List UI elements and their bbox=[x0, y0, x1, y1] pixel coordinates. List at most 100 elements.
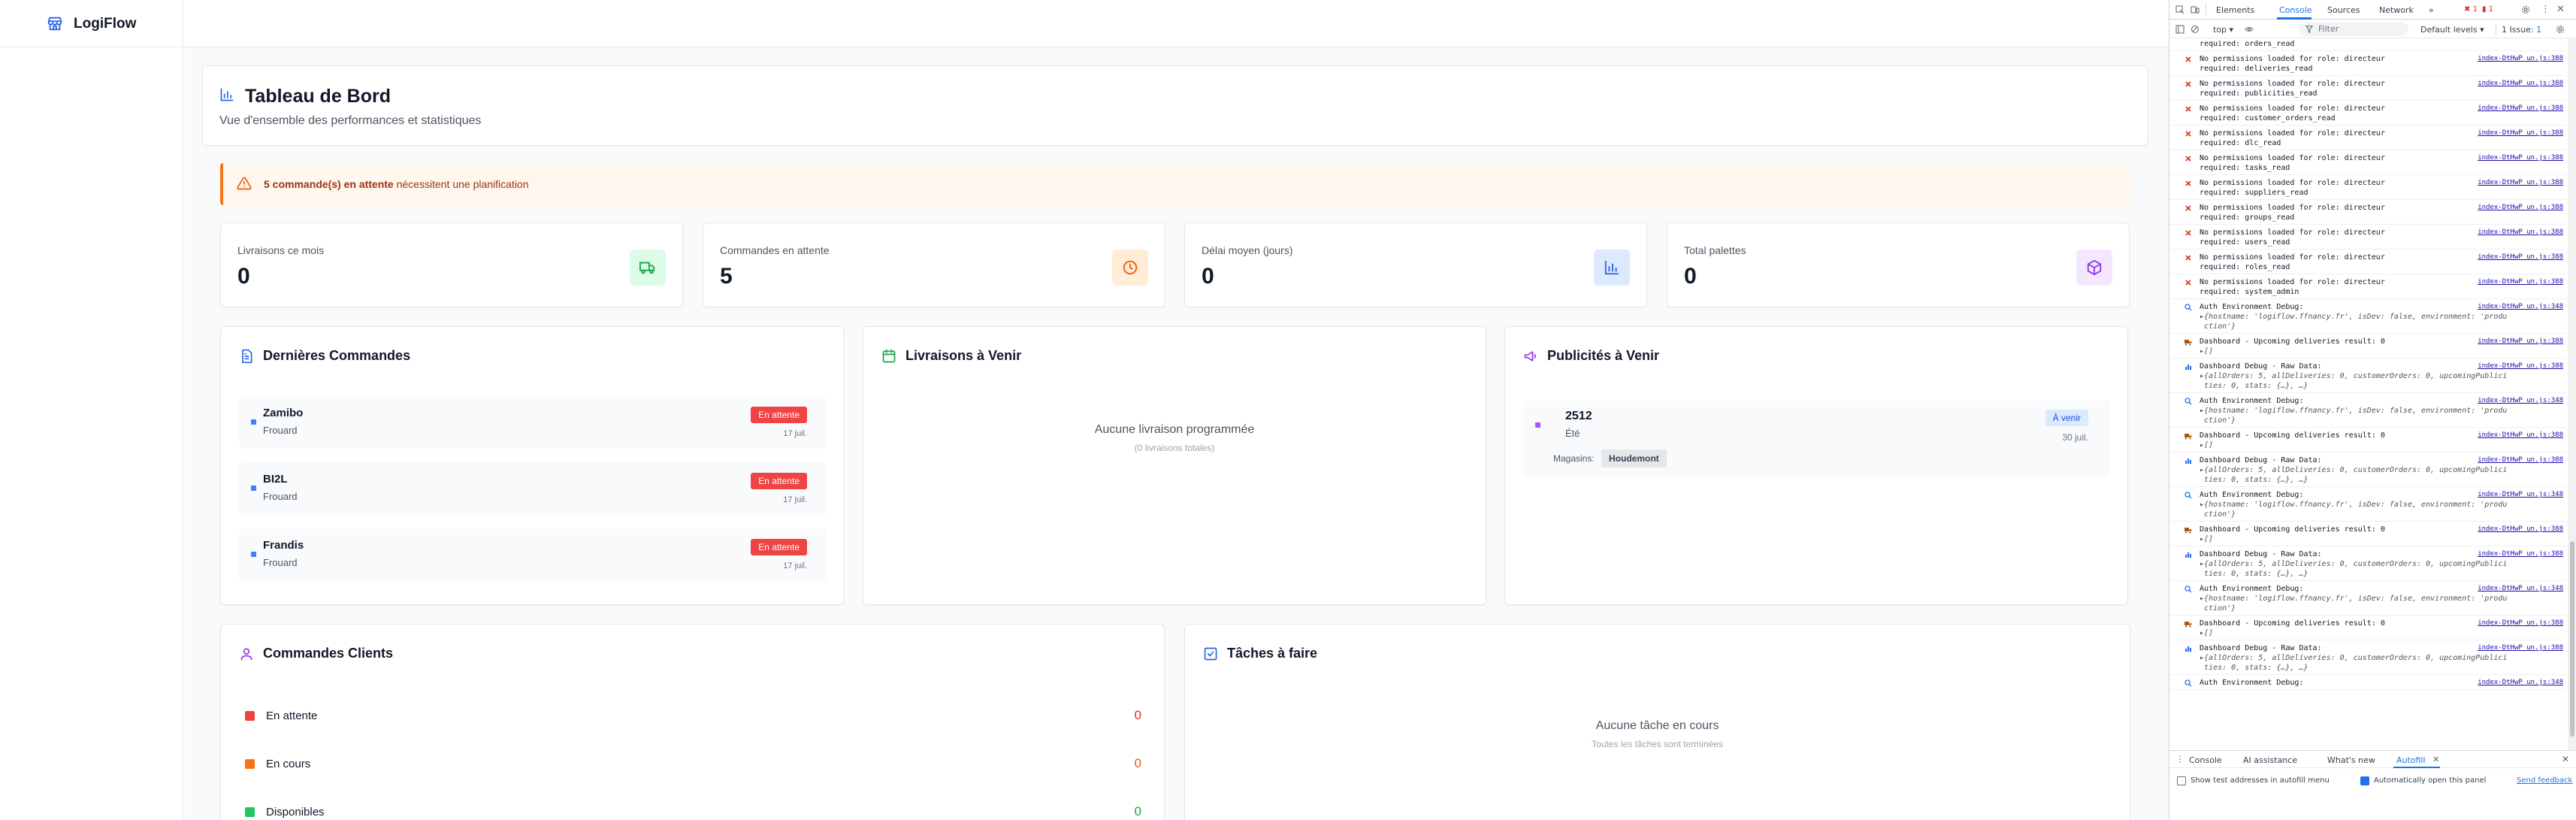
console-source-link[interactable]: index-DtHwP_un.js:388 bbox=[2478, 253, 2563, 262]
console-line: Dashboard - Upcoming deliveries result: … bbox=[2200, 525, 2385, 534]
close-tab-icon[interactable]: ✕ bbox=[2432, 755, 2439, 764]
inspect-icon[interactable] bbox=[2175, 5, 2184, 14]
panel-header: Tâches à faire bbox=[1203, 646, 1317, 661]
console-source-link[interactable]: index-DtHwP_un.js:388 bbox=[2478, 549, 2563, 559]
console-source-link[interactable]: index-DtHwP_un.js:388 bbox=[2478, 129, 2563, 138]
console-line: required: roles_read bbox=[2200, 263, 2290, 271]
drawer-menu-icon[interactable]: ⋮ bbox=[2175, 754, 2184, 764]
error-icon bbox=[2185, 255, 2191, 261]
console-message[interactable]: Dashboard Debug - Raw Data: ▸{allOrders: … bbox=[2169, 362, 2566, 393]
console-source-link[interactable]: index-DtHwP_un.js:388 bbox=[2478, 619, 2563, 628]
console-message[interactable]: required: orders_read bbox=[2169, 39, 2566, 51]
status-row-in-progress: En cours 0 bbox=[245, 755, 1141, 773]
panel-title: Publicités à Venir bbox=[1547, 348, 1660, 363]
scrollbar-thumb[interactable] bbox=[2570, 541, 2574, 737]
order-row[interactable]: Frandis Frouard En attente 17 juil. bbox=[239, 528, 827, 581]
console-message[interactable]: No permissions loaded for role: directeu… bbox=[2169, 253, 2566, 274]
brand[interactable]: LogiFlow bbox=[0, 0, 183, 47]
console-message[interactable]: No permissions loaded for role: directeu… bbox=[2169, 228, 2566, 250]
console-scrollbar[interactable] bbox=[2568, 39, 2576, 750]
order-row[interactable]: BI2L Frouard En attente 17 juil. bbox=[239, 462, 827, 515]
console-source-link[interactable]: index-DtHwP_un.js:388 bbox=[2478, 228, 2563, 238]
console-message[interactable]: Auth Environment Debug: index-DtHwP_un.js… bbox=[2169, 678, 2566, 690]
send-feedback-link[interactable]: Send feedback bbox=[2517, 776, 2572, 785]
console-source-link[interactable]: index-DtHwP_un.js:388 bbox=[2478, 431, 2563, 440]
console-source-link[interactable]: index-DtHwP_un.js:348 bbox=[2478, 490, 2563, 500]
console-message[interactable]: No permissions loaded for role: directeu… bbox=[2169, 79, 2566, 101]
console-message[interactable]: No permissions loaded for role: directeu… bbox=[2169, 277, 2566, 299]
console-line: Auth Environment Debug: bbox=[2200, 397, 2304, 405]
console-settings-icon[interactable] bbox=[2556, 25, 2565, 34]
clear-console-icon[interactable] bbox=[2191, 25, 2200, 34]
console-line: required: customer_orders_read bbox=[2200, 114, 2336, 123]
console-message[interactable]: Auth Environment Debug: ▸{hostname: 'logi… bbox=[2169, 302, 2566, 334]
console-source-link[interactable]: index-DtHwP_un.js:388 bbox=[2478, 277, 2563, 287]
drawer-tab-whats-new[interactable]: What's new bbox=[2327, 755, 2375, 765]
drawer-close-icon[interactable]: ✕ bbox=[2562, 754, 2569, 764]
console-source-link[interactable]: index-DtHwP_un.js:388 bbox=[2478, 455, 2563, 465]
console-source-link[interactable]: index-DtHwP_un.js:388 bbox=[2478, 337, 2563, 346]
console-message[interactable]: No permissions loaded for role: directeu… bbox=[2169, 203, 2566, 225]
console-message-text: required: orders_read bbox=[2200, 39, 2294, 49]
warning-counter[interactable]: ▮ 1 bbox=[2482, 5, 2493, 14]
console-filter-input[interactable]: Filter bbox=[2299, 23, 2408, 36]
console-line: No permissions loaded for role: directeu… bbox=[2200, 278, 2385, 286]
console-source-link[interactable]: index-DtHwP_un.js:388 bbox=[2478, 203, 2563, 213]
tab-sources[interactable]: Sources bbox=[2327, 5, 2360, 15]
tab-elements[interactable]: Elements bbox=[2216, 5, 2254, 15]
console-source-link[interactable]: index-DtHwP_un.js:388 bbox=[2478, 525, 2563, 534]
console-message[interactable]: No permissions loaded for role: directeu… bbox=[2169, 178, 2566, 200]
stat-value: 0 bbox=[1684, 264, 1697, 289]
console-source-link[interactable]: index-DtHwP_un.js:388 bbox=[2478, 178, 2563, 188]
console-message[interactable]: No permissions loaded for role: directeu… bbox=[2169, 104, 2566, 126]
tab-network[interactable]: Network bbox=[2379, 5, 2414, 15]
console-message[interactable]: No permissions loaded for role: directeu… bbox=[2169, 153, 2566, 175]
eye-icon[interactable] bbox=[2245, 25, 2254, 34]
console-source-link[interactable]: index-DtHwP_un.js:388 bbox=[2478, 362, 2563, 371]
console-source-link[interactable]: index-DtHwP_un.js:348 bbox=[2478, 584, 2563, 594]
device-toolbar-icon[interactable] bbox=[2191, 5, 2200, 14]
console-source-link[interactable]: index-DtHwP_un.js:348 bbox=[2478, 396, 2563, 406]
context-selector[interactable]: top ▾ bbox=[2213, 25, 2233, 35]
kebab-menu-icon[interactable]: ⋮ bbox=[2541, 4, 2550, 15]
console-message[interactable]: Dashboard Debug - Raw Data: ▸{allOrders: … bbox=[2169, 549, 2566, 581]
console-message[interactable]: Auth Environment Debug: ▸{hostname: 'logi… bbox=[2169, 584, 2566, 616]
drawer-tab-console[interactable]: Console bbox=[2189, 755, 2222, 765]
console-source-link[interactable]: index-DtHwP_un.js:348 bbox=[2478, 678, 2563, 688]
more-tabs-icon[interactable]: » bbox=[2429, 5, 2434, 15]
sidebar-toggle-icon[interactable] bbox=[2175, 25, 2184, 34]
console-message[interactable]: Dashboard - Upcoming deliveries result: … bbox=[2169, 337, 2566, 359]
order-row[interactable]: Zamibo Frouard En attente 17 juil. bbox=[239, 396, 827, 449]
console-message[interactable]: Auth Environment Debug: ▸{hostname: 'logi… bbox=[2169, 490, 2566, 522]
console-message[interactable]: Dashboard Debug - Raw Data: ▸{allOrders: … bbox=[2169, 455, 2566, 487]
console-source-link[interactable]: index-DtHwP_un.js:388 bbox=[2478, 54, 2563, 64]
console-message[interactable]: Dashboard - Upcoming deliveries result: … bbox=[2169, 619, 2566, 640]
show-test-addresses-checkbox[interactable] bbox=[2177, 776, 2186, 785]
drawer-tab-autofill[interactable]: Autofill bbox=[2396, 755, 2426, 765]
console-source-link[interactable]: index-DtHwP_un.js:388 bbox=[2478, 104, 2563, 113]
console-source-link[interactable]: index-DtHwP_un.js:388 bbox=[2478, 79, 2563, 89]
error-counter[interactable]: ✖ 1 bbox=[2464, 5, 2478, 14]
error-count: 1 bbox=[2472, 5, 2478, 14]
log-levels-dropdown[interactable]: Default levels ▾ bbox=[2420, 25, 2484, 35]
publicity-row[interactable]: 2512 Été À venir 30 juil. Magasins: Houd… bbox=[1523, 401, 2111, 477]
console-message[interactable]: Dashboard Debug - Raw Data: ▸{allOrders: … bbox=[2169, 643, 2566, 675]
console-message[interactable]: Dashboard - Upcoming deliveries result: … bbox=[2169, 431, 2566, 452]
tab-console[interactable]: Console bbox=[2279, 5, 2312, 15]
console-message[interactable]: No permissions loaded for role: directeu… bbox=[2169, 54, 2566, 76]
drawer-tab-ai-assistance[interactable]: AI assistance bbox=[2243, 755, 2297, 765]
console-message[interactable]: No permissions loaded for role: directeu… bbox=[2169, 129, 2566, 150]
settings-icon[interactable] bbox=[2521, 5, 2530, 14]
console-message-text: Dashboard - Upcoming deliveries result: … bbox=[2200, 619, 2385, 638]
console-source-link[interactable]: index-DtHwP_un.js:388 bbox=[2478, 643, 2563, 653]
close-icon[interactable]: ✕ bbox=[2556, 4, 2565, 15]
auto-open-checkbox[interactable] bbox=[2360, 776, 2369, 785]
console-message[interactable]: Auth Environment Debug: ▸{hostname: 'logi… bbox=[2169, 396, 2566, 428]
console-message-text: No permissions loaded for role: directeu… bbox=[2200, 277, 2385, 297]
console-line: ▸{allOrders: 5, allDeliveries: 0, custom… bbox=[2200, 560, 2508, 568]
issues-button[interactable]: 1 Issue: 1 bbox=[2502, 25, 2541, 35]
console-message[interactable]: Dashboard - Upcoming deliveries result: … bbox=[2169, 525, 2566, 546]
console-source-link[interactable]: index-DtHwP_un.js:388 bbox=[2478, 153, 2563, 163]
console-source-link[interactable]: index-DtHwP_un.js:348 bbox=[2478, 302, 2563, 312]
console-message-text: Auth Environment Debug: bbox=[2200, 678, 2303, 688]
